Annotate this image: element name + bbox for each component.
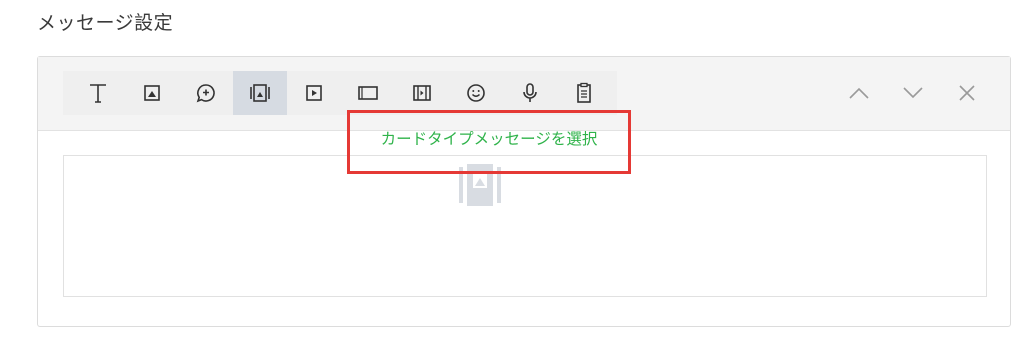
close-icon xyxy=(959,85,975,101)
message-type-tools xyxy=(63,71,617,115)
template-button[interactable] xyxy=(557,71,611,115)
message-nav-controls xyxy=(832,71,994,115)
move-down-button[interactable] xyxy=(886,71,940,115)
video-icon xyxy=(306,85,322,101)
balloon-message-button[interactable] xyxy=(179,71,233,115)
emoji-button[interactable] xyxy=(449,71,503,115)
add-balloon-icon xyxy=(196,84,215,103)
text-icon xyxy=(90,84,106,103)
text-message-button[interactable] xyxy=(71,71,125,115)
chevron-up-icon xyxy=(849,87,869,99)
image-icon xyxy=(144,85,160,101)
select-card-message-link[interactable]: カードタイプメッセージを選択 xyxy=(347,110,631,174)
emoji-icon xyxy=(467,84,485,102)
card-message-icon xyxy=(250,84,270,102)
move-up-button[interactable] xyxy=(832,71,886,115)
clipboard-icon xyxy=(577,82,591,103)
chevron-down-icon xyxy=(903,87,923,99)
microphone-icon xyxy=(523,83,537,102)
card-message-area[interactable] xyxy=(63,155,987,297)
page-title: メッセージ設定 xyxy=(37,12,174,34)
message-editor xyxy=(37,56,1011,327)
image-message-button[interactable] xyxy=(125,71,179,115)
rich-message-icon xyxy=(358,86,378,100)
video-message-button[interactable] xyxy=(287,71,341,115)
voice-message-button[interactable] xyxy=(503,71,557,115)
delete-message-button[interactable] xyxy=(940,71,994,115)
card-message-button[interactable] xyxy=(233,71,287,115)
rich-video-button[interactable] xyxy=(395,71,449,115)
rich-message-button[interactable] xyxy=(341,71,395,115)
rich-video-icon xyxy=(413,85,431,101)
